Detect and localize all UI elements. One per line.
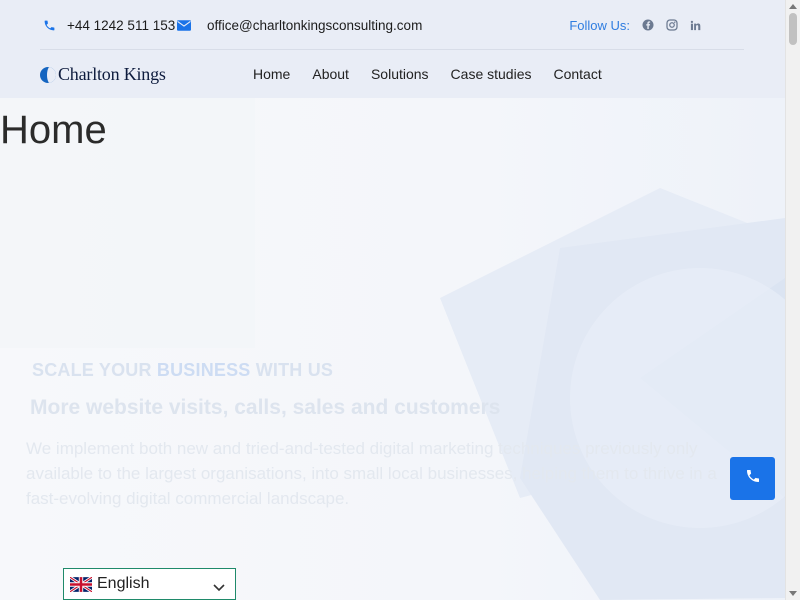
email-contact[interactable]: office@charltonkingsconsulting.com bbox=[175, 0, 422, 50]
hero-section: Home SCALE YOUR BUSINESS WITH US More we… bbox=[0, 98, 785, 600]
nav-case-studies[interactable]: Case studies bbox=[451, 66, 532, 82]
hero-tagline: SCALE YOUR BUSINESS WITH US bbox=[32, 360, 333, 381]
linkedin-icon[interactable] bbox=[689, 19, 702, 32]
call-button[interactable] bbox=[730, 457, 775, 500]
scroll-down-arrow-icon[interactable] bbox=[789, 591, 797, 596]
nav-about[interactable]: About bbox=[312, 66, 349, 82]
page-title: Home bbox=[0, 108, 107, 152]
uk-flag-icon bbox=[69, 575, 93, 593]
tagline-highlight: BUSINESS bbox=[156, 360, 251, 380]
hero-description: We implement both new and tried-and-test… bbox=[26, 439, 717, 508]
follow-us: Follow Us: bbox=[569, 0, 702, 50]
envelope-icon bbox=[175, 16, 193, 34]
instagram-icon[interactable] bbox=[665, 19, 678, 32]
logo-mark-icon bbox=[40, 66, 56, 83]
site-header: +44 1242 511 153 office@charltonkingscon… bbox=[0, 0, 785, 98]
primary-nav: Home About Solutions Case studies Contac… bbox=[253, 50, 624, 98]
phone-icon bbox=[745, 468, 761, 489]
tagline-part-2: WITH US bbox=[250, 360, 334, 380]
hero-background-graphic bbox=[0, 98, 785, 600]
phone-number[interactable]: +44 1242 511 153 bbox=[67, 18, 175, 33]
scroll-up-arrow-icon[interactable] bbox=[789, 4, 797, 9]
hero-subheading: More website visits, calls, sales and cu… bbox=[30, 396, 501, 419]
language-selector[interactable]: English bbox=[63, 568, 236, 600]
vertical-scrollbar[interactable] bbox=[785, 0, 800, 600]
email-address[interactable]: office@charltonkingsconsulting.com bbox=[207, 18, 422, 33]
brand-name: Charlton Kings bbox=[58, 64, 166, 84]
site-logo[interactable]: Charlton Kings bbox=[40, 64, 166, 85]
language-label: English bbox=[97, 575, 150, 592]
facebook-icon[interactable] bbox=[641, 19, 654, 32]
follow-label: Follow Us: bbox=[569, 17, 630, 33]
phone-icon bbox=[40, 16, 58, 34]
phone-contact[interactable]: +44 1242 511 153 bbox=[40, 0, 175, 50]
tagline-part-1: SCALE YOUR bbox=[32, 360, 157, 380]
nav-solutions[interactable]: Solutions bbox=[371, 66, 429, 82]
nav-home[interactable]: Home bbox=[253, 66, 290, 82]
scroll-thumb[interactable] bbox=[789, 13, 797, 45]
chevron-down-icon bbox=[213, 579, 225, 597]
main-navbar: Charlton Kings Home About Solutions Case… bbox=[40, 50, 744, 98]
top-bar: +44 1242 511 153 office@charltonkingscon… bbox=[40, 0, 744, 50]
nav-contact[interactable]: Contact bbox=[553, 66, 601, 82]
